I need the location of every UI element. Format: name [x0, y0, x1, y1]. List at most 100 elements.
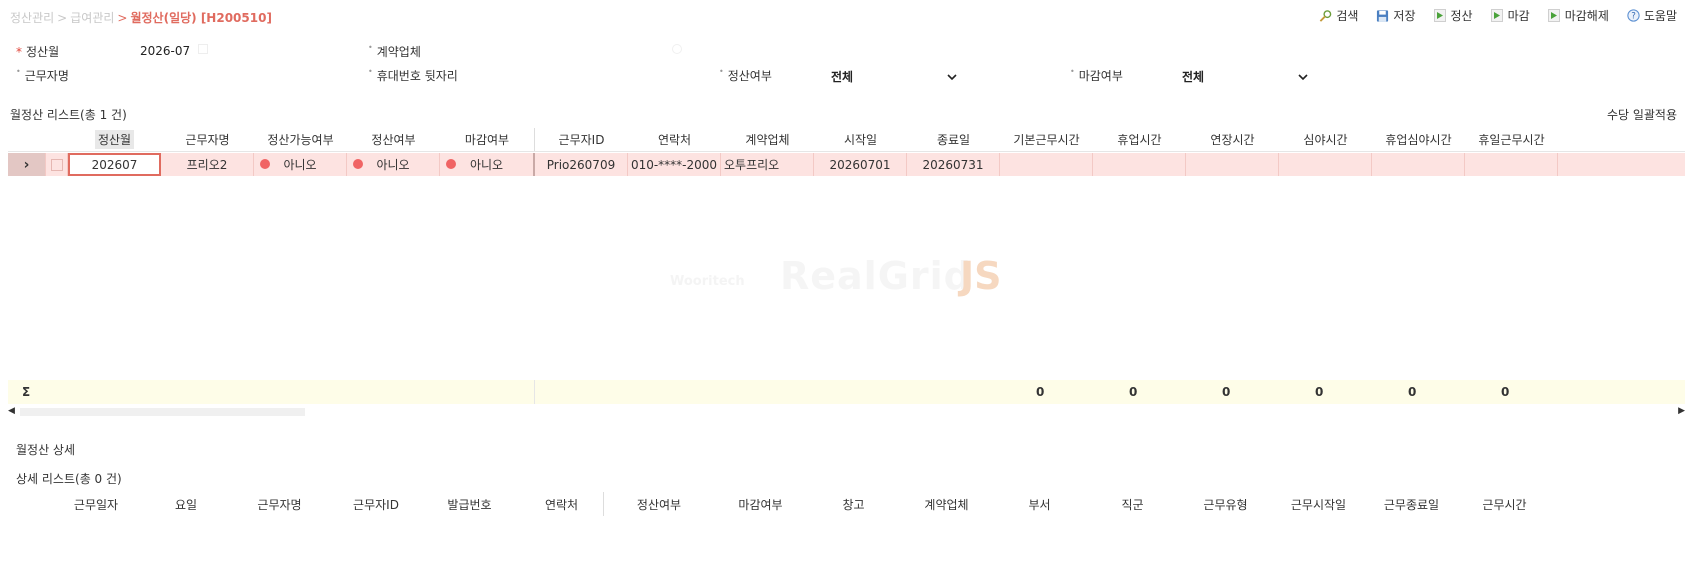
filter-worker: • 근무자명 [16, 66, 69, 83]
column-header[interactable]: 연락처 [520, 492, 604, 516]
phone-suffix-label: 휴대번호 뒷자리 [376, 68, 458, 83]
closed-select-value: 전체 [1182, 70, 1205, 84]
breadcrumb-level-1[interactable]: 정산관리 [10, 11, 54, 25]
column-header[interactable]: 근무유형 [1179, 492, 1272, 516]
column-header[interactable]: 요일 [146, 492, 226, 516]
help-icon: ? [1627, 9, 1640, 22]
detail-list-title: 상세 리스트(총 0 건) [16, 472, 122, 486]
worker-name-label: 근무자명 [24, 68, 69, 83]
cell-can-settle[interactable]: 아니오 [254, 153, 347, 176]
unclose-button[interactable]: 마감해제 [1548, 7, 1609, 24]
column-header[interactable]: 근무자ID [535, 128, 628, 151]
settled-select[interactable]: 전체 [831, 68, 957, 85]
column-header[interactable]: 창고 [807, 492, 900, 516]
cell-start-date[interactable]: 20260701 [814, 153, 907, 176]
settled-label: 정산여부 [727, 68, 772, 83]
column-header[interactable]: 계약업체 [721, 128, 814, 151]
column-header[interactable]: 근무종료일 [1365, 492, 1458, 516]
filter-month: * 정산월 [16, 40, 59, 62]
toolbar: 검색 저장 정산 마감 마감해제 ? 도움말 [1319, 7, 1677, 24]
column-header[interactable]: 정산가능여부 [254, 128, 347, 151]
column-header[interactable]: 휴업시간 [1093, 128, 1186, 151]
column-header[interactable]: 종료일 [907, 128, 1000, 151]
search-icon [1319, 9, 1332, 22]
cell-closed[interactable]: 아니오 [440, 153, 535, 176]
help-button[interactable]: ? 도움말 [1627, 7, 1677, 24]
column-header[interactable]: 근무자ID [333, 492, 419, 516]
worker-name-input[interactable] [130, 64, 250, 84]
column-header[interactable]: 근무자명 [226, 492, 333, 516]
filter-closed: • 마감여부 [1070, 66, 1123, 83]
cell-contractor[interactable]: 오투프리오 [721, 153, 814, 176]
play-icon [1548, 9, 1561, 22]
cell-base-hours[interactable] [1000, 153, 1093, 176]
cell-month[interactable]: 202607 [68, 153, 161, 176]
cell-worker-id[interactable]: Prio260709 [535, 153, 628, 176]
sum-leave-hours: 0 [1129, 385, 1138, 399]
settle-button-label: 정산 [1450, 9, 1473, 23]
phone-suffix-input[interactable] [478, 64, 608, 84]
column-header[interactable]: 근무일자 [46, 492, 146, 516]
sum-night-hours: 0 [1315, 385, 1324, 399]
calendar-icon[interactable] [198, 44, 208, 54]
floppy-disk-icon [1376, 9, 1389, 22]
scroll-right-icon[interactable]: ▶ [1678, 406, 1685, 416]
column-header[interactable]: 발급번호 [419, 492, 520, 516]
cell-leave-hours[interactable] [1093, 153, 1186, 176]
column-header[interactable]: 기본근무시간 [1000, 128, 1093, 151]
scrollbar-thumb[interactable] [20, 408, 305, 416]
table-row[interactable]: › 202607 프리오2 아니오 아니오 아니오 Prio260709 010… [8, 153, 1685, 176]
cell-holiday-hours[interactable] [1465, 153, 1558, 176]
cell-night-hours[interactable] [1279, 153, 1372, 176]
column-header[interactable]: 정산여부 [347, 128, 440, 151]
closed-select[interactable]: 전체 [1182, 68, 1308, 85]
page-title: 월정산(일당) [H200510] [130, 11, 272, 25]
breadcrumb-separator: > [117, 11, 128, 25]
contractor-input[interactable] [478, 40, 683, 60]
column-header[interactable]: 근무시간 [1458, 492, 1551, 516]
svg-text:?: ? [1631, 12, 1636, 22]
horizontal-scrollbar[interactable]: ◀ ▶ [8, 406, 1685, 418]
column-header[interactable]: 시작일 [814, 128, 907, 151]
column-header[interactable]: 근무자명 [161, 128, 254, 151]
cell-overtime-hours[interactable] [1186, 153, 1279, 176]
row-expand-button[interactable]: › [8, 153, 46, 176]
column-header[interactable]: 정산여부 [604, 492, 714, 516]
column-header[interactable]: 연락처 [628, 128, 721, 151]
column-header[interactable]: 심야시간 [1279, 128, 1372, 151]
row-checkbox[interactable] [46, 153, 68, 176]
watermark-js-text: JS [960, 254, 1002, 298]
cell-settled[interactable]: 아니오 [347, 153, 440, 176]
play-icon [1434, 9, 1447, 22]
settled-select-value: 전체 [831, 70, 854, 84]
column-header[interactable]: 마감여부 [714, 492, 807, 516]
cell-end-date[interactable]: 20260731 [907, 153, 1000, 176]
scroll-left-icon[interactable]: ◀ [8, 406, 15, 416]
save-button[interactable]: 저장 [1376, 7, 1416, 24]
cell-phone[interactable]: 010-****-2000 [628, 153, 721, 176]
settle-button[interactable]: 정산 [1434, 7, 1473, 24]
grid-header: 정산월 근무자명 정산가능여부 정산여부 마감여부 근무자ID 연락처 계약업체… [8, 128, 1685, 152]
column-header[interactable]: 휴일근무시간 [1465, 128, 1558, 151]
cell-worker[interactable]: 프리오2 [161, 153, 254, 176]
column-header[interactable]: 직군 [1086, 492, 1179, 516]
cell-leave-night-hours[interactable] [1372, 153, 1465, 176]
chevron-down-icon [1298, 70, 1308, 84]
sigma-icon: Σ [22, 385, 31, 399]
column-header[interactable]: 연장시간 [1186, 128, 1279, 151]
column-header[interactable]: 마감여부 [440, 128, 535, 151]
search-icon[interactable] [672, 44, 682, 54]
column-divider [534, 380, 535, 404]
detail-grid-header: 근무일자 요일 근무자명 근무자ID 발급번호 연락처 정산여부 마감여부 창고… [8, 492, 1685, 516]
required-marker: * [16, 44, 22, 59]
column-header[interactable]: 부서 [993, 492, 1086, 516]
breadcrumb-level-2[interactable]: 급여관리 [70, 11, 114, 25]
search-button[interactable]: 검색 [1319, 7, 1358, 24]
close-button[interactable]: 마감 [1491, 7, 1530, 24]
filter-settled: • 정산여부 [719, 66, 772, 83]
column-header[interactable]: 정산월 [68, 128, 161, 151]
apply-allowance-button[interactable]: 수당 일괄적용 [1607, 106, 1677, 123]
column-header[interactable]: 근무시작일 [1272, 492, 1365, 516]
column-header[interactable]: 휴업심야시간 [1372, 128, 1465, 151]
column-header[interactable]: 계약업체 [900, 492, 993, 516]
